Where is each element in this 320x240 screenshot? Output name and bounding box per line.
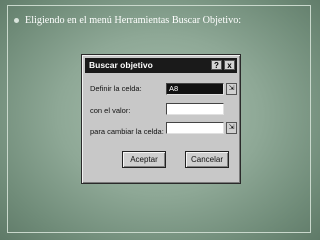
changing-cell-label: para cambiar la celda:	[90, 127, 164, 136]
to-value-input[interactable]	[166, 103, 224, 115]
cancel-button[interactable]: Cancelar	[185, 151, 229, 168]
bullet-item: Eligiendo en el menú Herramientas Buscar…	[14, 15, 310, 26]
to-value-label: con el valor:	[90, 106, 131, 115]
accept-button[interactable]: Aceptar	[122, 151, 166, 168]
changing-cell-ref-icon[interactable]: ⇲	[226, 122, 237, 134]
dialog-title: Buscar objetivo	[89, 60, 153, 70]
dialog-titlebar: Buscar objetivo ? x	[85, 58, 237, 73]
set-cell-label: Definir la celda:	[90, 84, 142, 93]
close-button[interactable]: x	[224, 60, 235, 70]
goal-seek-dialog: Buscar objetivo ? x Definir la celda: A8…	[81, 54, 241, 184]
bullet-icon	[14, 18, 19, 23]
set-cell-ref-icon[interactable]: ⇲	[226, 83, 237, 95]
bullet-text: Eligiendo en el menú Herramientas Buscar…	[25, 15, 242, 26]
set-cell-input[interactable]: A8	[166, 83, 224, 95]
help-button[interactable]: ?	[211, 60, 222, 70]
changing-cell-input[interactable]	[166, 122, 224, 134]
